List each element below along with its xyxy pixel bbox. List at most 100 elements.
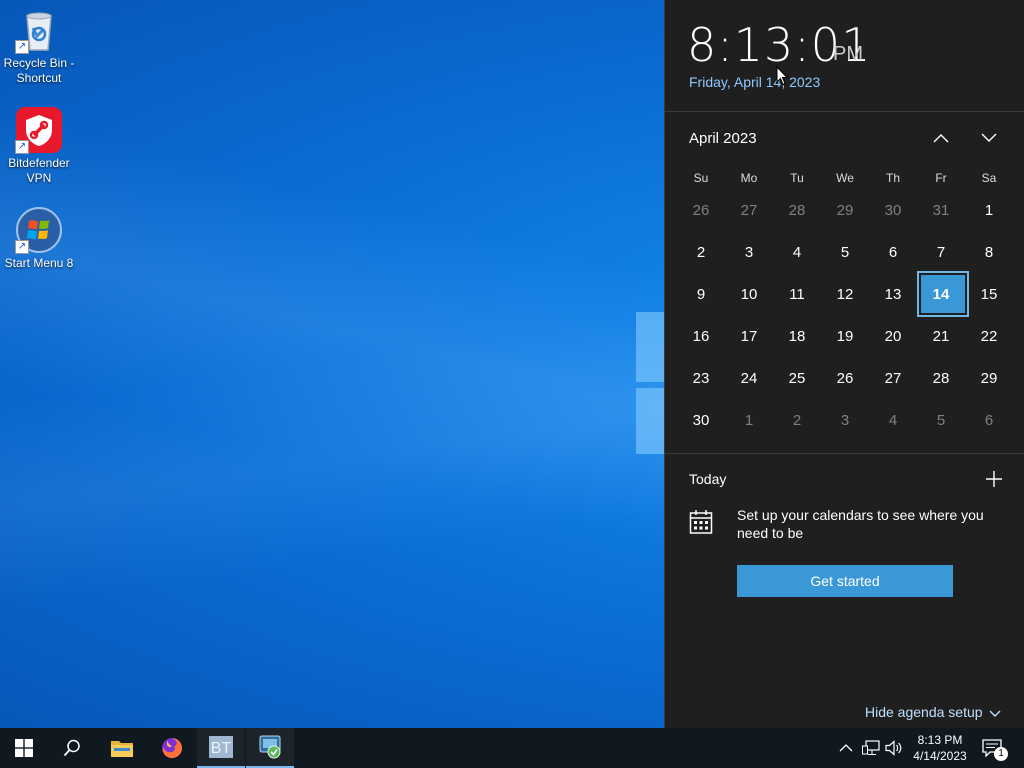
bitdefender-vpn-icon: ↗ [15,106,63,154]
network-tray-button[interactable] [861,738,881,758]
taskbar-clock-date[interactable]: 4/14/2023 [905,748,975,764]
taskbar-clock-time[interactable]: 8:13 PM [905,732,975,748]
calendar-day[interactable]: 6 [965,400,1013,442]
calendar-day[interactable]: 20 [869,316,917,358]
calendar-day[interactable]: 6 [869,232,917,274]
calendar-week: 16 17 18 19 20 21 22 [677,316,1013,358]
calendar-day[interactable]: 31 [917,190,965,232]
calendar-day[interactable]: 30 [869,190,917,232]
desktop-icon-recycle-bin[interactable]: ↗ Recycle Bin - Shortcut [1,6,77,86]
desktop-icon-start-menu-8[interactable]: ↗ Start Menu 8 [1,206,77,271]
calendar-day[interactable]: 16 [677,316,725,358]
calendar-day[interactable]: 3 [821,400,869,442]
taskbar-firefox[interactable] [148,728,196,768]
taskbar-network-tool[interactable] [246,728,294,768]
mouse-cursor-icon [776,65,789,86]
calendar-day[interactable]: 2 [677,232,725,274]
calendar-day[interactable]: 22 [965,316,1013,358]
calendar-day[interactable]: 25 [773,358,821,400]
divider [665,453,1024,454]
calendar-month-label[interactable]: April 2023 [689,130,757,147]
desktop-icon-label: Bitdefender VPN [8,156,70,185]
calendar-day[interactable]: 11 [773,274,821,316]
calendar-day[interactable]: 15 [965,274,1013,316]
calendar-day[interactable]: 24 [725,358,773,400]
get-started-button[interactable]: Get started [737,565,953,597]
previous-month-button[interactable] [926,124,956,152]
calendar-week: 2 3 4 5 6 7 8 [677,232,1013,274]
file-explorer-icon [111,741,133,757]
weekday-label: Sa [981,171,997,185]
calendar-week: 9 10 11 12 13 14 15 [677,271,1013,317]
volume-tray-button[interactable] [884,738,904,758]
show-hidden-icons-button[interactable] [836,738,856,758]
shortcut-arrow-icon: ↗ [15,240,29,254]
clock-ampm: PM [833,43,863,65]
calendar-day[interactable]: 4 [773,232,821,274]
wallpaper-logo-pane [636,312,664,382]
calendar-icon [689,509,713,535]
calendar-day[interactable]: 29 [965,358,1013,400]
calendar-day[interactable]: 17 [725,316,773,358]
calendar-day[interactable]: 13 [869,274,917,316]
notification-count-badge: 1 [994,747,1008,761]
calendar-day[interactable]: 28 [773,190,821,232]
plus-icon [986,471,1002,487]
chevron-up-icon [933,134,949,143]
calendar-day[interactable]: 18 [773,316,821,358]
calendar-day[interactable]: 5 [821,232,869,274]
calendar-day[interactable]: 1 [965,190,1013,232]
calendar-day[interactable]: 10 [725,274,773,316]
calendar-day[interactable]: 19 [821,316,869,358]
calendar-day[interactable]: 3 [725,232,773,274]
taskbar-bt-app[interactable]: BT [197,728,245,768]
calendar-weekday-header: Su Mo Tu We Th Fr Sa [677,166,1013,190]
windows-start-icon [15,739,33,757]
chevron-up-icon [839,744,853,752]
divider [665,111,1024,112]
calendar-day[interactable]: 29 [821,190,869,232]
calendar-week: 30 1 2 3 4 5 6 [677,400,1013,442]
weekday-label: Tu [790,171,804,185]
calendar-day[interactable]: 8 [965,232,1013,274]
calendar-week: 26 27 28 29 30 31 1 [677,190,1013,232]
wallpaper-logo-pane [636,388,664,454]
hide-agenda-setup-link[interactable]: Hide agenda setup [865,704,983,720]
calendar-day[interactable]: 5 [917,400,965,442]
desktop-icon-label: Start Menu 8 [4,256,74,270]
calendar-day[interactable]: 27 [725,190,773,232]
calendar-day[interactable]: 30 [677,400,725,442]
chevron-down-icon [981,133,997,142]
calendar-day[interactable]: 2 [773,400,821,442]
calendar-day[interactable]: 26 [821,358,869,400]
search-icon [63,739,80,757]
calendar-day[interactable]: 23 [677,358,725,400]
svg-text:BT: BT [211,740,232,757]
weekday-label: Th [885,171,900,185]
clock-date-link[interactable]: Friday, April 14, 2023 [689,74,820,90]
desktop-icon-label: Recycle Bin - Shortcut [3,56,75,85]
shortcut-arrow-icon: ↗ [15,140,29,154]
calendar-day-today[interactable]: 14 [917,271,969,317]
calendar-grid: Su Mo Tu We Th Fr Sa 26 27 28 29 30 31 1… [677,166,1013,442]
calendar-day[interactable]: 21 [917,316,965,358]
calendar-day[interactable]: 27 [869,358,917,400]
calendar-day[interactable]: 7 [917,232,965,274]
search-button[interactable] [48,728,96,768]
start-button[interactable] [0,728,48,768]
calendar-day[interactable]: 28 [917,358,965,400]
firefox-icon [162,738,182,758]
recycle-bin-icon: ↗ [15,6,63,54]
calendar-day[interactable]: 9 [677,274,725,316]
calendar-day[interactable]: 4 [869,400,917,442]
calendar-day[interactable]: 12 [821,274,869,316]
agenda-setup-text: Set up your calendars to see where you n… [737,507,984,541]
calendar-day[interactable]: 1 [725,400,773,442]
add-event-button[interactable] [983,468,1005,490]
calendar-day[interactable]: 26 [677,190,725,232]
desktop-icon-bitdefender-vpn[interactable]: ↗ Bitdefender VPN [1,106,77,186]
shortcut-arrow-icon: ↗ [15,40,29,54]
taskbar-file-explorer[interactable] [98,728,146,768]
network-icon [862,740,880,755]
next-month-button[interactable] [974,124,1004,152]
